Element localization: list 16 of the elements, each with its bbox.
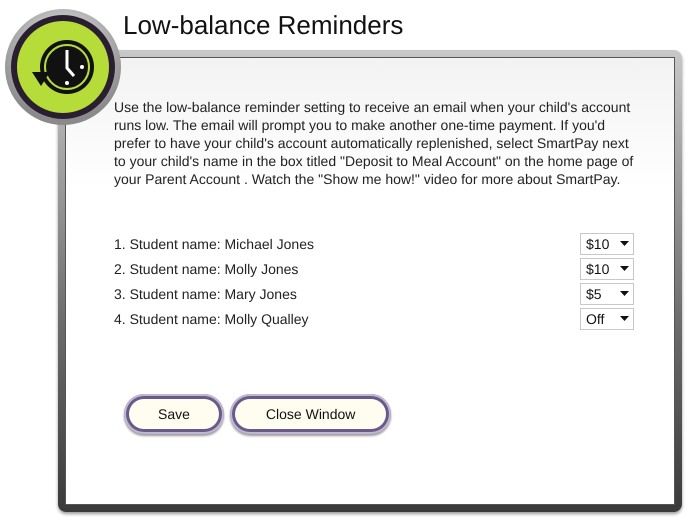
caret-icon [620,316,629,321]
close-window-button[interactable]: Close Window [230,394,392,434]
caret-icon [620,241,629,246]
caret-icon [620,266,629,271]
student-label: 4. Student name: Molly Qualley [114,310,309,326]
amount-dropdown[interactable]: $10 [580,258,634,280]
amount-dropdown[interactable]: $5 [580,282,634,304]
caret-icon [620,291,629,296]
student-label: 1. Student name: Michael Jones [114,236,314,252]
save-button[interactable]: Save [124,394,224,434]
window-title: Low-balance Reminders [122,9,404,42]
amount-dropdown[interactable]: Off [580,308,634,330]
amount-dropdown[interactable]: $10 [580,232,634,254]
student-label: 3. Student name: Mary Jones [114,286,297,302]
intro-paragraph: Use the low-balance reminder setting to receive an email when your child's account runs low. The email will prompt you to make another one-time payment. If you'd prefer to have your child's account automatically replenished, select SmartPay next to your child's name in the box titled "Deposit to Meal Account" on the home page of your Parent Account . Watch the "Show me how!" video for more about SmartPay. [114,98,634,188]
student-label: 2. Student name: Molly Jones [114,260,298,276]
